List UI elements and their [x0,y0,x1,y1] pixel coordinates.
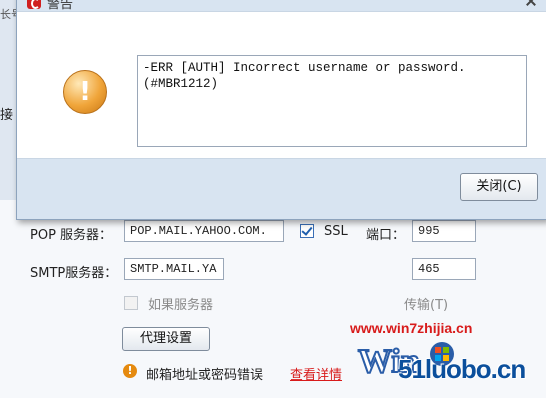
smtp-server-label: SMTP服务器： [30,266,118,281]
dialog-body: ! -ERR [AUTH] Incorrect username or pass… [17,11,546,159]
cut-label: 接 [0,108,14,123]
watermark-brand: 51luobo.cn [398,354,526,384]
app-icon [27,0,41,9]
close-button[interactable]: 关闭(C) [460,173,538,201]
server-option-label: 如果服务器 [148,298,214,313]
warning-icon: ! [123,364,137,378]
smtp-port-input[interactable]: 465 [412,258,476,280]
transfer-label: 传输(T) [404,298,449,313]
ssl-label: SSL [324,224,348,239]
exclamation-icon: ! [63,70,107,114]
close-icon[interactable] [525,0,537,7]
pop-port-input[interactable]: 995 [412,220,476,242]
error-message-box[interactable]: -ERR [AUTH] Incorrect username or passwo… [137,55,527,147]
window-edge [0,0,17,200]
warning-dialog: 警告 ! -ERR [AUTH] Incorrect username or p… [16,0,546,220]
pop-server-input[interactable]: POP.MAIL.YAHOO.COM. [124,220,284,242]
watermark-url: www.win7zhijia.cn [350,320,473,336]
smtp-server-input[interactable]: SMTP.MAIL.YA [124,258,224,280]
port-label: 端口： [366,228,406,243]
view-details-link[interactable]: 查看详情 [290,364,342,383]
status-text: 邮箱地址或密码错误 [146,368,264,383]
pop-server-label: POP 服务器： [30,228,113,243]
proxy-settings-button[interactable]: 代理设置 [122,327,210,351]
dialog-titlebar[interactable]: 警告 [17,0,546,12]
server-option-checkbox[interactable] [124,296,138,310]
ssl-checkbox[interactable] [300,224,314,238]
